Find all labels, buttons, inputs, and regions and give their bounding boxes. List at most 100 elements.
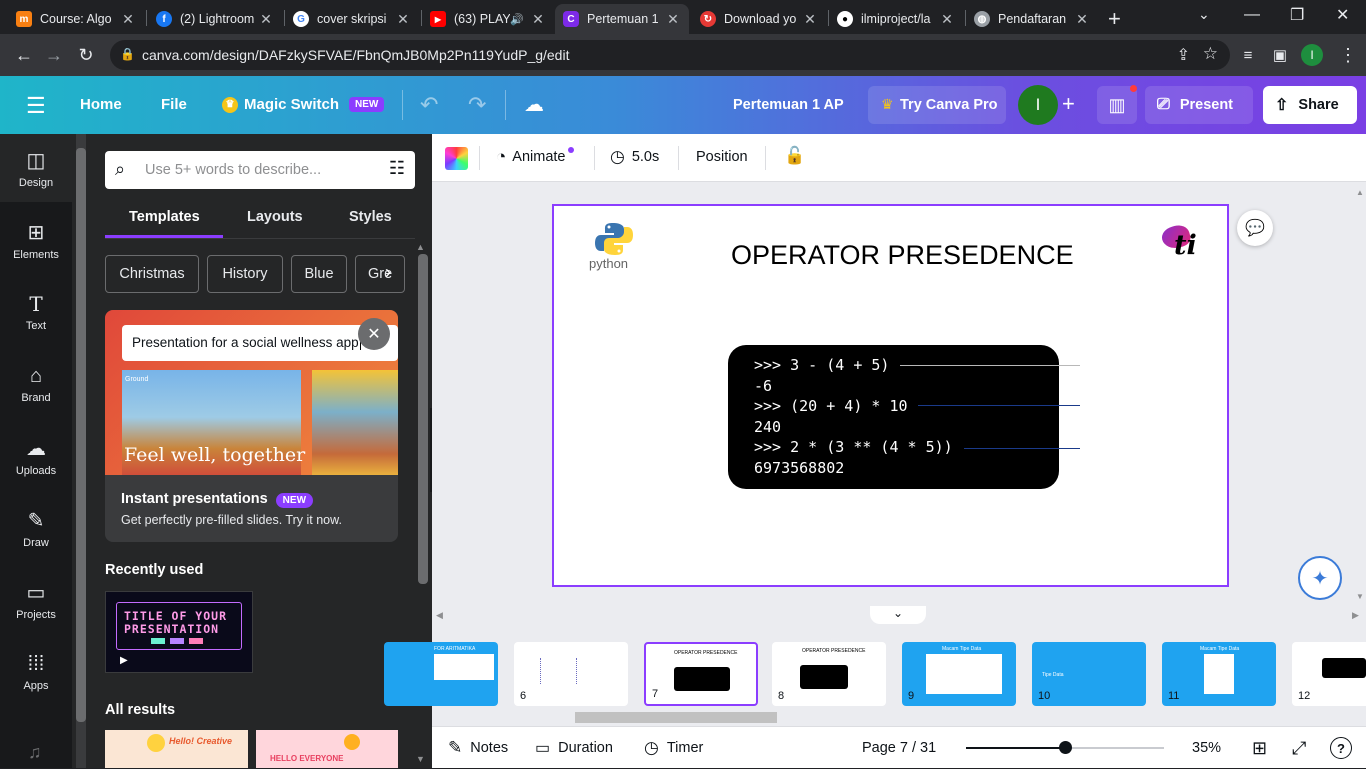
media-control-icon[interactable]: ≡	[1236, 43, 1260, 67]
magic-switch-button[interactable]: ♛ Magic Switch NEW	[222, 96, 385, 113]
close-icon[interactable]: ✕	[939, 11, 955, 28]
reload-icon[interactable]: ↻	[74, 43, 98, 67]
add-comment-icon[interactable]: 💬	[1237, 210, 1273, 246]
rail-item-design[interactable]: ◫ Design	[0, 134, 72, 202]
timer-button[interactable]: ◷ Timer	[644, 727, 703, 769]
file-menu-button[interactable]: File	[161, 96, 187, 113]
instant-presentations-card[interactable]: Presentation for a social wellness app ✕…	[105, 310, 398, 542]
page-thumbnail[interactable]: 12	[1292, 642, 1366, 706]
duration-button[interactable]: ◷ 5.0s	[610, 147, 659, 167]
chevron-down-icon[interactable]: ⌄	[870, 606, 926, 624]
browser-tab[interactable]: f (2) Lightroom ✕	[148, 4, 282, 34]
back-icon[interactable]: ←	[12, 43, 36, 67]
close-icon[interactable]: ✕	[395, 11, 411, 28]
browser-tab[interactable]: m Course: Algo ✕	[8, 4, 144, 34]
browser-tab[interactable]: ▶ (63) PLAY 🔊 ✕	[422, 4, 554, 34]
promo-prompt-input[interactable]: Presentation for a social wellness app	[122, 325, 398, 361]
undo-icon[interactable]: ↶	[420, 92, 438, 118]
rail-item-brand[interactable]: ⌂ Brand	[0, 350, 72, 418]
page-thumbnail[interactable]: OPERATOR PRESEDENCE 8	[772, 642, 886, 706]
address-bar[interactable]: 🔒 canva.com/design/DAFzkySFVAE/FbnQmJB0M…	[110, 40, 1230, 70]
user-avatar[interactable]: I	[1018, 85, 1058, 125]
result-thumb[interactable]: HELLO EVERYONE	[256, 730, 398, 768]
tab-layouts[interactable]: Layouts	[247, 209, 303, 225]
panel-scroll-thumb[interactable]	[76, 148, 86, 722]
close-icon[interactable]: ✕	[258, 11, 274, 28]
browser-menu-icon[interactable]: ⋮	[1336, 43, 1360, 67]
rail-item-apps[interactable]: ⁞⁞⁞ Apps	[0, 638, 72, 706]
scroll-down-arrow[interactable]: ▼	[1356, 592, 1364, 601]
page-thumbnail-selected[interactable]: OPERATOR PRESEDENCE 7	[644, 642, 758, 706]
tab-styles[interactable]: Styles	[349, 209, 392, 225]
animate-button[interactable]: ◔ Animate	[496, 147, 575, 167]
restore-icon[interactable]: ❐	[1290, 5, 1304, 25]
redo-icon[interactable]: ↷	[468, 92, 486, 118]
hamburger-menu-icon[interactable]: ☰	[26, 93, 46, 119]
share-page-icon[interactable]: ⇪	[1177, 45, 1190, 65]
tab-search-icon[interactable]: ⌄	[1198, 6, 1210, 23]
tab-templates[interactable]: Templates	[129, 209, 200, 225]
music-icon[interactable]: ♫	[28, 742, 42, 763]
page-strip-scroll-thumb[interactable]	[575, 712, 777, 723]
browser-tab-active[interactable]: C Pertemuan 1 ✕	[555, 4, 689, 34]
cloud-saved-icon[interactable]: ☁	[524, 92, 544, 117]
zoom-slider-handle[interactable]	[1059, 741, 1072, 754]
grid-view-icon[interactable]: ⊞	[1252, 727, 1267, 769]
fullscreen-icon[interactable]: ⤢	[1292, 727, 1306, 769]
template-search-input[interactable]: ⌕ Use 5+ words to describe... ☷	[105, 151, 415, 189]
profile-avatar[interactable]: I	[1301, 44, 1323, 66]
browser-tab[interactable]: ● ilmiproject/la ✕	[829, 4, 963, 34]
help-icon[interactable]: ?	[1330, 737, 1352, 759]
new-tab-icon[interactable]: +	[1108, 6, 1121, 32]
forward-icon[interactable]: →	[42, 43, 66, 67]
close-icon[interactable]: ✕	[358, 318, 390, 350]
position-button[interactable]: Position	[696, 149, 748, 165]
content-scroll-thumb[interactable]	[418, 254, 428, 584]
zoom-level[interactable]: 35%	[1192, 727, 1221, 769]
close-icon[interactable]: ✕	[802, 11, 818, 28]
result-thumb[interactable]: Hello! Creative	[105, 730, 248, 768]
scroll-down-arrow[interactable]: ▼	[416, 754, 425, 764]
filter-icon[interactable]: ☷	[389, 158, 405, 179]
notes-button[interactable]: ✎ Notes	[448, 727, 508, 769]
rail-item-uploads[interactable]: ☁ Uploads	[0, 422, 72, 490]
chevron-right-icon[interactable]: ›	[385, 262, 391, 283]
canvas-scrollbar[interactable]: ▲ ▼	[1354, 188, 1366, 602]
zoom-slider[interactable]	[966, 741, 1164, 754]
page-thumbnail[interactable]: Macam Tipe Data 11	[1162, 642, 1276, 706]
document-title[interactable]: Pertemuan 1 AP	[733, 97, 844, 113]
rail-item-projects[interactable]: ▭ Projects	[0, 566, 72, 634]
scroll-up-arrow[interactable]: ▲	[416, 242, 425, 252]
close-icon[interactable]: ✕	[1074, 11, 1090, 28]
page-thumbnail[interactable]: 6	[514, 642, 628, 706]
scroll-right-arrow[interactable]: ▶	[1352, 610, 1359, 621]
insights-chart-icon[interactable]: ▥	[1097, 86, 1137, 124]
page-thumbnail[interactable]: Macam Tipe Data 9	[902, 642, 1016, 706]
page-thumbnail[interactable]: Tipe Data 10	[1032, 642, 1146, 706]
add-collaborator-icon[interactable]: +	[1062, 91, 1075, 117]
page-thumbnail[interactable]: FOR ARITMATIKA	[384, 642, 498, 706]
browser-tab[interactable]: ↻ Download yo ✕	[692, 4, 826, 34]
close-icon[interactable]: ✕	[665, 11, 681, 28]
browser-tab[interactable]: G cover skripsi ✕	[285, 4, 419, 34]
present-button[interactable]: ⎚ Present	[1145, 86, 1253, 124]
rail-item-draw[interactable]: ✎ Draw	[0, 494, 72, 562]
side-panel-icon[interactable]: ▣	[1268, 43, 1292, 67]
window-close-icon[interactable]: ✕	[1336, 5, 1349, 25]
panel-scrollbar[interactable]	[76, 134, 86, 768]
share-button[interactable]: ⇧ Share	[1263, 86, 1357, 124]
lock-icon[interactable]: 🔓	[784, 146, 805, 166]
rail-item-elements[interactable]: ⊞ Elements	[0, 206, 72, 274]
try-canva-pro-button[interactable]: ♛ Try Canva Pro	[868, 86, 1006, 124]
rail-item-text[interactable]: T Text	[0, 278, 72, 346]
chip-history[interactable]: History	[207, 255, 283, 293]
page-strip-scrollbar[interactable]	[432, 710, 1366, 724]
page-indicator[interactable]: Page 7 / 31	[862, 727, 936, 769]
minimize-icon[interactable]: —	[1244, 6, 1260, 24]
home-button[interactable]: Home	[80, 96, 122, 113]
bookmark-star-icon[interactable]: ☆	[1203, 44, 1218, 64]
chip-blue[interactable]: Blue	[291, 255, 347, 293]
recent-template-thumb[interactable]: TITLE OF YOUR PRESENTATION ▶	[105, 591, 253, 673]
chip-green[interactable]: Gre	[355, 255, 405, 293]
slide-title[interactable]: OPERATOR PRESEDENCE	[731, 240, 1074, 271]
